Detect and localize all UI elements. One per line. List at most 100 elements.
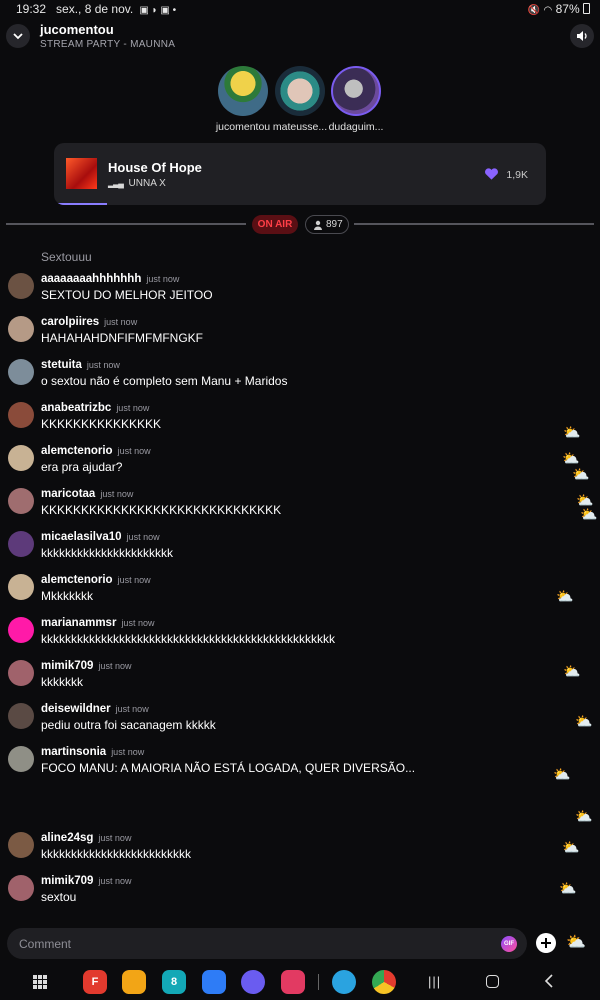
on-air-badge: ON AIR (252, 215, 298, 234)
avatar[interactable] (8, 660, 34, 686)
chat-username[interactable]: carolpiires just now (41, 316, 137, 328)
host-item[interactable]: dudaguim... (313, 66, 399, 133)
reaction-button[interactable]: ⛅ (566, 932, 586, 952)
message-time: just now (98, 876, 132, 886)
avatar[interactable] (8, 746, 34, 772)
artist-line: ▂▃▄ UNNA X (108, 178, 166, 189)
username-text[interactable]: aline24sg (41, 832, 93, 844)
calendar-app-icon[interactable]: 8 (162, 970, 186, 994)
chat-username[interactable]: aline24sg just now (41, 832, 131, 844)
chat-username[interactable]: micaelasilva10 just now (41, 531, 160, 543)
divider-left (6, 223, 246, 225)
status-right: 🔇 ◠ 87% (528, 2, 590, 16)
avatar[interactable] (8, 273, 34, 299)
app-drawer-button[interactable] (33, 975, 47, 989)
viewer-count-badge[interactable]: 897 (305, 215, 349, 234)
message-time: just now (111, 747, 145, 757)
message-text: kkkkkkkkkkkkkkkkkkkkkk (41, 546, 173, 560)
chat-username[interactable]: stetuita just now (41, 359, 120, 371)
recents-button[interactable]: ||| (428, 974, 441, 989)
chrome-app-icon[interactable] (372, 970, 396, 994)
plus-icon (541, 938, 551, 948)
chat-username[interactable]: marianammsr just now (41, 617, 154, 629)
cloud-icon: ⛅ (575, 808, 593, 824)
back-button[interactable] (544, 973, 554, 994)
page-subtitle: STREAM PARTY - MAUNNA (40, 39, 176, 50)
username-text[interactable]: stetuita (41, 359, 82, 371)
message-text: sextou (41, 890, 77, 904)
cloud-icon: ⛅ (562, 450, 580, 466)
chat-feed[interactable]: Sextouuu aaaaaaaahhhhhhh just now SEXTOU D… (0, 244, 560, 924)
message-text: HAHAHAHDNFIFMFMFNGKF (41, 331, 203, 345)
username-text[interactable]: mimik709 (41, 660, 93, 672)
message-text: kkkkkkkkkkkkkkkkkkkkkkkkkkkkkkkkkkkkkkkk… (41, 632, 335, 646)
status-time: 19:32 (16, 2, 47, 16)
avatar[interactable] (8, 402, 34, 428)
internet-app-icon[interactable] (241, 970, 265, 994)
cloud-icon: ⛅ (580, 506, 598, 522)
avatar[interactable] (8, 531, 34, 557)
screen-recorder-app-icon[interactable] (281, 970, 305, 994)
avatar[interactable] (8, 832, 34, 858)
chat-username[interactable]: mimik709 just now (41, 875, 131, 887)
message-text: kkkkkkk (41, 675, 83, 689)
speaker-icon (577, 31, 587, 41)
username-text[interactable]: alemctenorio (41, 574, 113, 586)
now-playing-card[interactable]: House Of Hope ▂▃▄ UNNA X 1,9K (54, 143, 546, 205)
flipboard-app-icon[interactable]: F (83, 970, 107, 994)
chat-message: mimik709 just now sextou (8, 873, 548, 913)
chat-message: micaelasilva10 just now kkkkkkkkkkkkkkkkkk… (8, 529, 548, 569)
home-button[interactable] (486, 975, 499, 988)
username-text[interactable]: alemctenorio (41, 445, 113, 457)
message-text: KKKKKKKKKKKKKKK (41, 417, 162, 431)
telegram-app-icon[interactable] (332, 970, 356, 994)
username-text[interactable]: carolpiires (41, 316, 99, 328)
chat-message: anabeatrizbc just now KKKKKKKKKKKKKKK (8, 400, 548, 440)
avatar[interactable] (8, 617, 34, 643)
avatar[interactable] (8, 316, 34, 342)
cloud-icon: ⛅ (559, 880, 577, 896)
avatar[interactable] (8, 875, 34, 901)
chat-username[interactable]: deisewildner just now (41, 703, 149, 715)
chat-message: maricotaa just now KKKKKKKKKKKKKKKKKKKKKKK… (8, 486, 548, 526)
username-text[interactable]: anabeatrizbc (41, 402, 111, 414)
username-text[interactable]: maricotaa (41, 488, 95, 500)
username-text[interactable]: marianammsr (41, 617, 116, 629)
divider-right (354, 223, 594, 225)
chat-message: aline24sg just now kkkkkkkkkkkkkkkkkkkkkkk… (8, 830, 548, 870)
gif-button[interactable]: GIF (501, 936, 517, 952)
username-text[interactable]: deisewildner (41, 703, 111, 715)
messages-app-icon[interactable] (202, 970, 226, 994)
username-text[interactable]: micaelasilva10 (41, 531, 122, 543)
avatar[interactable] (8, 359, 34, 385)
chat-username[interactable]: mimik709 just now (41, 660, 131, 672)
chat-username[interactable]: aaaaaaaahhhhhhh just now (41, 273, 179, 285)
comment-input[interactable] (7, 928, 487, 959)
files-app-icon[interactable] (122, 970, 146, 994)
volume-button[interactable] (570, 24, 594, 48)
avatar[interactable] (8, 703, 34, 729)
chevron-down-icon (13, 33, 23, 40)
equalizer-icon: ▂▃▄ (108, 179, 124, 188)
chat-username[interactable]: alemctenorio just now (41, 574, 151, 586)
username-text[interactable]: aaaaaaaahhhhhhh (41, 273, 141, 285)
back-arrow-icon (544, 974, 553, 988)
collapse-button[interactable] (6, 24, 30, 48)
avatar[interactable] (8, 574, 34, 600)
like-button[interactable]: 1,9K (484, 167, 528, 181)
username-text[interactable]: martinsonia (41, 746, 106, 758)
avatar[interactable] (8, 445, 34, 471)
chat-username[interactable]: maricotaa just now (41, 488, 133, 500)
message-text: KKKKKKKKKKKKKKKKKKKKKKKKKKKKKK (41, 503, 282, 517)
chat-username[interactable]: martinsonia just now (41, 746, 144, 758)
song-title: House Of Hope (108, 160, 202, 175)
chat-username[interactable]: anabeatrizbc just now (41, 402, 149, 414)
add-button[interactable] (536, 933, 556, 953)
chat-message: martinsonia just now FOCO MANU: A MAIORIA … (8, 744, 548, 784)
message-time: just now (126, 532, 160, 542)
like-count: 1,9K (506, 169, 528, 181)
avatar[interactable] (8, 488, 34, 514)
username-text[interactable]: mimik709 (41, 875, 93, 887)
chat-username[interactable]: alemctenorio just now (41, 445, 151, 457)
host-name: dudaguim... (328, 121, 384, 133)
